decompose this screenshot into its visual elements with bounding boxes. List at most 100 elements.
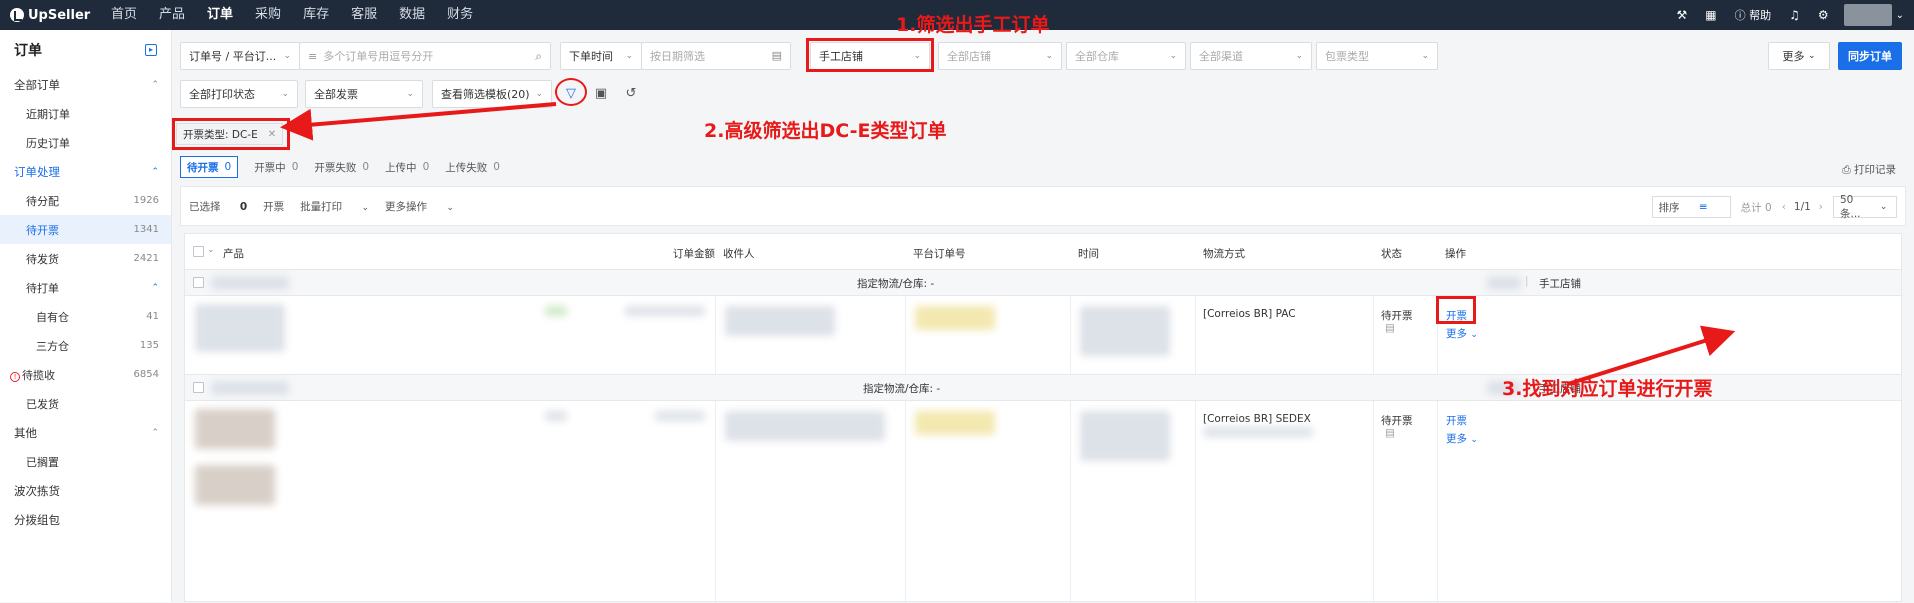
chevron-down-icon[interactable]: ⌄ bbox=[207, 245, 215, 255]
chevron-down-icon[interactable]: ⌄ bbox=[1896, 10, 1904, 21]
help-button[interactable]: ⓘ 帮助 bbox=[1735, 7, 1772, 23]
tab-pending-invoice[interactable]: 待开票 0 bbox=[180, 156, 239, 178]
print-status-select[interactable]: 全部打印状态 ⌄ bbox=[180, 80, 298, 108]
annotation-circle-filter bbox=[555, 78, 587, 106]
upseller-logo[interactable]: UpSeller bbox=[10, 8, 100, 23]
nav-home[interactable]: 首页 bbox=[100, 0, 148, 30]
apps-grid-icon[interactable]: ▦ bbox=[1705, 8, 1716, 22]
main-nav: 首页 产品 订单 采购 库存 客服 数据 财务 bbox=[100, 0, 484, 30]
nav-purchase[interactable]: 采购 bbox=[244, 0, 292, 30]
more-operations-button[interactable]: 更多操作 ⌄ bbox=[385, 199, 454, 214]
table-row[interactable]: [Correios BR] PAC 待开票 ▤ 开票 更多 ⌄ bbox=[185, 296, 1901, 375]
nav-products[interactable]: 产品 bbox=[148, 0, 196, 30]
orders-table: ⌄ 产品 订单金额 收件人 平台订单号 时间 物流方式 状态 操作 指定物流/仓… bbox=[184, 233, 1902, 603]
help-icon: ⓘ bbox=[1734, 9, 1746, 22]
tab-invoicing[interactable]: 开票中 0 bbox=[254, 160, 298, 175]
page-size-select[interactable]: 50条... ⌄ bbox=[1833, 194, 1897, 220]
main-content: 订单号 / 平台订... ⌄ ≡ 多个订单号用逗号分开 ⌕ 下单时间 ⌄ 按日期筛选 ▤ … bbox=[172, 38, 1906, 603]
sidebar-item-recent-orders[interactable]: 近期订单 bbox=[0, 99, 171, 128]
group-checkbox[interactable] bbox=[193, 277, 204, 288]
collapse-sidebar-icon[interactable]: ▸ bbox=[145, 44, 157, 56]
save-icon[interactable]: ▣ bbox=[592, 85, 610, 103]
sort-icon: ≡ bbox=[1698, 201, 1708, 213]
chevron-up-icon[interactable]: ⌃ bbox=[151, 80, 159, 90]
chevron-down-icon: ⌄ bbox=[1807, 51, 1816, 61]
more-actions-button[interactable]: 更多 ⌄ bbox=[1446, 326, 1478, 341]
annotation-step-2: 2.高级筛选出DC-E类型订单 bbox=[704, 120, 947, 142]
chevron-up-icon[interactable]: ⌃ bbox=[151, 167, 159, 177]
sidebar-item-on-hold[interactable]: 已搁置 bbox=[0, 447, 171, 476]
sidebar-item-to-assign[interactable]: 待分配 1926 bbox=[0, 186, 171, 215]
order-group-header: 指定物流/仓库: - | 手工店铺 bbox=[185, 270, 1901, 296]
logo-icon bbox=[10, 8, 24, 22]
filter-template-select[interactable]: 查看筛选模板(20) ⌄ bbox=[432, 80, 552, 108]
tab-upload-failed[interactable]: 上传失败 0 bbox=[445, 160, 500, 175]
sidebar-item-to-print[interactable]: 待打单 ⌃ bbox=[0, 273, 171, 302]
table-row[interactable]: [Correios BR] SEDEX 待开票 ▤ 开票 更多 ⌄ bbox=[185, 401, 1901, 603]
package-type-select[interactable]: 包票类型 ⌄ bbox=[1316, 42, 1438, 70]
bell-icon[interactable]: ♫ bbox=[1789, 8, 1800, 22]
all-channels-select[interactable]: 全部渠道 ⌄ bbox=[1190, 42, 1312, 70]
search-icon[interactable]: ⌕ bbox=[535, 49, 542, 64]
date-filter-input[interactable]: 按日期筛选 ▤ bbox=[641, 42, 791, 70]
assigned-logistics: 指定物流/仓库: - bbox=[857, 278, 935, 290]
nav-inventory[interactable]: 库存 bbox=[292, 0, 340, 30]
logistics-method: [Correios BR] SEDEX bbox=[1203, 413, 1311, 425]
invoice-tabs: 待开票 0 开票中 0 开票失败 0 上传中 0 上传失败 0 bbox=[180, 156, 516, 178]
order-no-type-select[interactable]: 订单号 / 平台订... ⌄ bbox=[180, 42, 300, 70]
sidebar-item-sort-package[interactable]: 分拨组包 bbox=[0, 505, 171, 534]
nav-service[interactable]: 客服 bbox=[340, 0, 388, 30]
invoice-action-button[interactable]: 开票 bbox=[1446, 413, 1467, 428]
more-button[interactable]: 更多 ⌄ bbox=[1768, 42, 1830, 70]
order-status: 待开票 bbox=[1381, 310, 1413, 322]
select-all-checkbox[interactable] bbox=[193, 246, 204, 257]
sidebar-item-other[interactable]: 其他 ⌃ bbox=[0, 418, 171, 447]
list-icon: ≡ bbox=[308, 49, 318, 63]
invoice-button[interactable]: 开票 bbox=[263, 199, 284, 214]
sidebar-item-to-invoice[interactable]: 待开票 1341 bbox=[0, 215, 171, 244]
all-stores-select[interactable]: 全部店铺 ⌄ bbox=[938, 42, 1062, 70]
nav-orders[interactable]: 订单 bbox=[196, 0, 244, 30]
document-icon[interactable]: ▤ bbox=[1385, 427, 1395, 439]
store-name: 手工店铺 bbox=[1539, 278, 1581, 290]
print-record-link[interactable]: ⎙ 打印记录 bbox=[1842, 162, 1896, 177]
user-avatar[interactable] bbox=[1843, 4, 1892, 26]
batch-print-button[interactable]: 批量打印 ⌄ bbox=[300, 199, 369, 214]
gear-icon[interactable]: ⚙ bbox=[1818, 8, 1829, 22]
sidebar-item-order-processing[interactable]: 订单处理 ⌃ bbox=[0, 157, 171, 186]
tab-invoice-failed[interactable]: 开票失败 0 bbox=[314, 160, 369, 175]
chevron-up-icon[interactable]: ⌃ bbox=[151, 283, 159, 293]
sidebar-item-history-orders[interactable]: 历史订单 bbox=[0, 128, 171, 157]
order-no-input[interactable]: ≡ 多个订单号用逗号分开 ⌕ bbox=[299, 42, 551, 70]
sidebar-item-wave-picking[interactable]: 波次拣货 bbox=[0, 476, 171, 505]
next-page-icon[interactable]: › bbox=[1819, 201, 1823, 213]
sidebar-item-to-ship[interactable]: 待发货 2421 bbox=[0, 244, 171, 273]
undo-icon[interactable]: ↺ bbox=[622, 85, 640, 103]
sort-button[interactable]: 排序 ≡ bbox=[1651, 196, 1731, 218]
col-logistics: 物流方式 bbox=[1203, 248, 1245, 260]
sidebar-item-all-orders[interactable]: 全部订单 ⌃ bbox=[0, 70, 171, 99]
invoice-select[interactable]: 全部发票 ⌄ bbox=[305, 80, 423, 108]
tab-uploading[interactable]: 上传中 0 bbox=[385, 160, 429, 175]
nav-data[interactable]: 数据 bbox=[388, 0, 436, 30]
more-actions-button[interactable]: 更多 ⌄ bbox=[1446, 431, 1478, 446]
selected-count: 已选择 0 bbox=[189, 200, 248, 213]
sync-orders-button[interactable]: 同步订单 bbox=[1838, 42, 1902, 70]
chevron-up-icon[interactable]: ⌃ bbox=[151, 428, 159, 438]
sidebar-item-third-party-warehouse[interactable]: 三方仓 135 bbox=[0, 331, 171, 360]
annotation-box-store bbox=[806, 38, 934, 72]
time-type-select[interactable]: 下单时间 ⌄ bbox=[560, 42, 642, 70]
nav-finance[interactable]: 财务 bbox=[436, 0, 484, 30]
wrench-icon[interactable]: ⚒ bbox=[1676, 8, 1687, 22]
document-icon[interactable]: ▤ bbox=[1385, 322, 1395, 334]
prev-page-icon[interactable]: ‹ bbox=[1782, 201, 1786, 213]
chevron-down-icon: ⌄ bbox=[1470, 330, 1478, 340]
group-checkbox[interactable] bbox=[193, 382, 204, 393]
chevron-down-icon: ⌄ bbox=[625, 51, 633, 61]
all-warehouses-select[interactable]: 全部仓库 ⌄ bbox=[1066, 42, 1186, 70]
sidebar-title: 订单 ▸ bbox=[0, 30, 171, 70]
sidebar-item-shipped[interactable]: 已发货 bbox=[0, 389, 171, 418]
table-header: ⌄ 产品 订单金额 收件人 平台订单号 时间 物流方式 状态 操作 bbox=[185, 234, 1901, 270]
sidebar-item-own-warehouse[interactable]: 自有仓 41 bbox=[0, 302, 171, 331]
sidebar-item-to-pickup[interactable]: ! 待揽收 6854 bbox=[0, 360, 171, 389]
